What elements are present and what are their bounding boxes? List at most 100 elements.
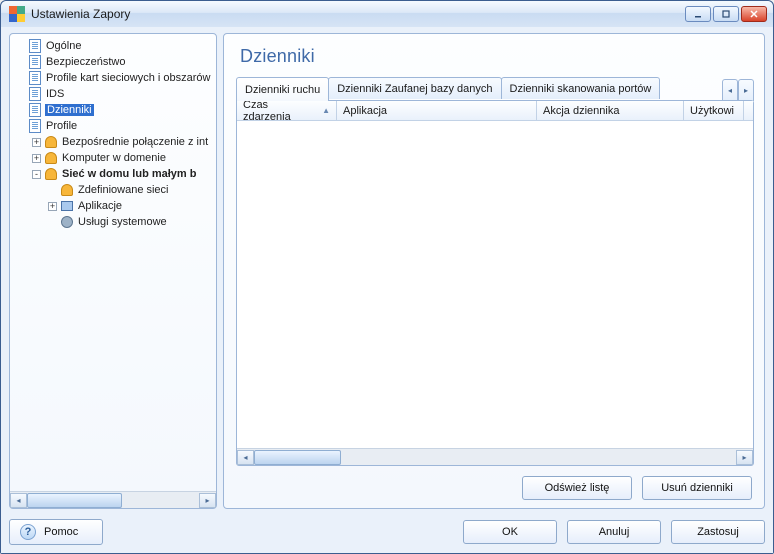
tree-item-label: Komputer w domenie: [61, 152, 167, 164]
tab-scroll-right[interactable]: ▸: [738, 79, 754, 101]
tree-item-label: Dzienniki: [45, 104, 94, 116]
tab[interactable]: Dzienniki ruchu: [236, 77, 329, 101]
tree-item-label: Usługi systemowe: [77, 216, 168, 228]
maximize-button[interactable]: [713, 6, 739, 22]
delete-logs-button[interactable]: Usuń dzienniki: [642, 476, 752, 500]
cancel-button[interactable]: Anuluj: [567, 520, 661, 544]
expander-spacer: [16, 122, 25, 131]
tree-item-label: Profile: [45, 120, 78, 132]
scroll-right-icon[interactable]: ▸: [199, 493, 216, 508]
tree-item[interactable]: Dzienniki: [12, 102, 214, 118]
tree-item-label: Aplikacje: [77, 200, 123, 212]
client-area: Ogólne Bezpieczeństwo Profile kart sieciow…: [1, 27, 773, 553]
main-row: Ogólne Bezpieczeństwo Profile kart sieciow…: [9, 33, 765, 509]
nav-tree[interactable]: Ogólne Bezpieczeństwo Profile kart sieciow…: [10, 34, 216, 491]
titlebar: Ustawienia Zapory: [1, 1, 773, 27]
tree-item[interactable]: + Bezpośrednie połączenie z int: [12, 134, 214, 150]
column-label: Czas zdarzenia: [243, 99, 318, 123]
expander-spacer: [16, 58, 25, 67]
app-icon: [9, 6, 25, 22]
doc-icon: [28, 119, 42, 133]
tree-item-label: Bezpieczeństwo: [45, 56, 127, 68]
scroll-right-icon[interactable]: ▸: [736, 450, 753, 465]
ok-button[interactable]: OK: [463, 520, 557, 544]
window: Ustawienia Zapory Ogólne Bezpieczeństwo Pr…: [0, 0, 774, 554]
tree-item[interactable]: + Komputer w domenie: [12, 150, 214, 166]
scroll-left-icon[interactable]: ◂: [237, 450, 254, 465]
doc-icon: [28, 55, 42, 69]
scroll-track[interactable]: [254, 450, 736, 465]
collapse-icon[interactable]: -: [32, 170, 41, 179]
expand-icon[interactable]: +: [48, 202, 57, 211]
person-icon: [44, 135, 58, 149]
dialog-button-bar: ? Pomoc OK Anuluj Zastosuj: [9, 509, 765, 545]
column-label: Akcja dziennika: [543, 105, 619, 117]
scroll-thumb[interactable]: [254, 450, 341, 465]
doc-icon: [28, 71, 42, 85]
column-label: Aplikacja: [343, 105, 387, 117]
tree-item[interactable]: - Sieć w domu lub małym b: [12, 166, 214, 182]
expander-spacer: [16, 42, 25, 51]
expand-icon[interactable]: +: [32, 154, 41, 163]
tree-item[interactable]: IDS: [12, 86, 214, 102]
expander-spacer: [16, 74, 25, 83]
sort-asc-icon: ▲: [322, 106, 330, 115]
tree-item-label: Bezpośrednie połączenie z int: [61, 136, 209, 148]
tab[interactable]: Dzienniki Zaufanej bazy danych: [328, 77, 501, 99]
tab-scroll: ◂ ▸: [722, 79, 754, 101]
grid-hscroll[interactable]: ◂ ▸: [237, 448, 753, 465]
expander-spacer: [48, 218, 57, 227]
person-icon: [44, 167, 58, 181]
tree-item-label: IDS: [45, 88, 65, 100]
tab[interactable]: Dzienniki skanowania portów: [501, 77, 661, 99]
log-grid: Czas zdarzenia ▲ Aplikacja Akcja dziennika U…: [236, 100, 754, 466]
minimize-button[interactable]: [685, 6, 711, 22]
tree-hscroll[interactable]: ◂ ▸: [10, 491, 216, 508]
column-header[interactable]: Użytkowi: [684, 101, 744, 120]
expander-spacer: [48, 186, 57, 195]
expander-spacer: [16, 106, 25, 115]
grid-header: Czas zdarzenia ▲ Aplikacja Akcja dziennika U…: [237, 101, 753, 121]
expander-spacer: [16, 90, 25, 99]
column-header[interactable]: Czas zdarzenia ▲: [237, 101, 337, 120]
scroll-left-icon[interactable]: ◂: [10, 493, 27, 508]
scroll-thumb[interactable]: [27, 493, 122, 508]
column-header[interactable]: Aplikacja: [337, 101, 537, 120]
close-button[interactable]: [741, 6, 767, 22]
tree-panel: Ogólne Bezpieczeństwo Profile kart sieciow…: [9, 33, 217, 509]
tree-item-label: Ogólne: [45, 40, 82, 52]
refresh-button[interactable]: Odśwież listę: [522, 476, 632, 500]
help-icon: ?: [20, 524, 36, 540]
column-header[interactable]: Akcja dziennika: [537, 101, 684, 120]
tab-bar: Dzienniki ruchuDzienniki Zaufanej bazy d…: [236, 77, 754, 101]
tree-item[interactable]: Ogólne: [12, 38, 214, 54]
tree-item[interactable]: Bezpieczeństwo: [12, 54, 214, 70]
tree-item[interactable]: Usługi systemowe: [12, 214, 214, 230]
tree-item-label: Sieć w domu lub małym b: [61, 168, 197, 180]
tree-item[interactable]: Profile kart sieciowych i obszarów: [12, 70, 214, 86]
doc-icon: [28, 87, 42, 101]
tree-item[interactable]: Zdefiniowane sieci: [12, 182, 214, 198]
grid-body[interactable]: [237, 121, 753, 448]
gear-icon: [60, 215, 74, 229]
tree-item[interactable]: + Aplikacje: [12, 198, 214, 214]
scroll-track[interactable]: [27, 493, 199, 508]
expand-icon[interactable]: +: [32, 138, 41, 147]
person-icon: [60, 183, 74, 197]
tree-item[interactable]: Profile: [12, 118, 214, 134]
help-label: Pomoc: [44, 526, 78, 538]
tabs-host: Dzienniki ruchuDzienniki Zaufanej bazy d…: [236, 77, 718, 101]
tab-scroll-left[interactable]: ◂: [722, 79, 738, 101]
grid-actions: Odśwież listę Usuń dzienniki: [236, 466, 754, 502]
help-button[interactable]: ? Pomoc: [9, 519, 103, 545]
pc-icon: [60, 199, 74, 213]
content-inner: Dzienniki Dzienniki ruchuDzienniki Zaufa…: [224, 34, 764, 508]
window-title: Ustawienia Zapory: [31, 7, 685, 21]
dialog-buttons: OK Anuluj Zastosuj: [463, 520, 765, 544]
tree-item-label: Profile kart sieciowych i obszarów: [45, 72, 211, 84]
apply-button[interactable]: Zastosuj: [671, 520, 765, 544]
doc-icon: [28, 39, 42, 53]
section-title: Dzienniki: [236, 44, 754, 77]
doc-icon: [28, 103, 42, 117]
column-label: Użytkowi: [690, 105, 734, 117]
